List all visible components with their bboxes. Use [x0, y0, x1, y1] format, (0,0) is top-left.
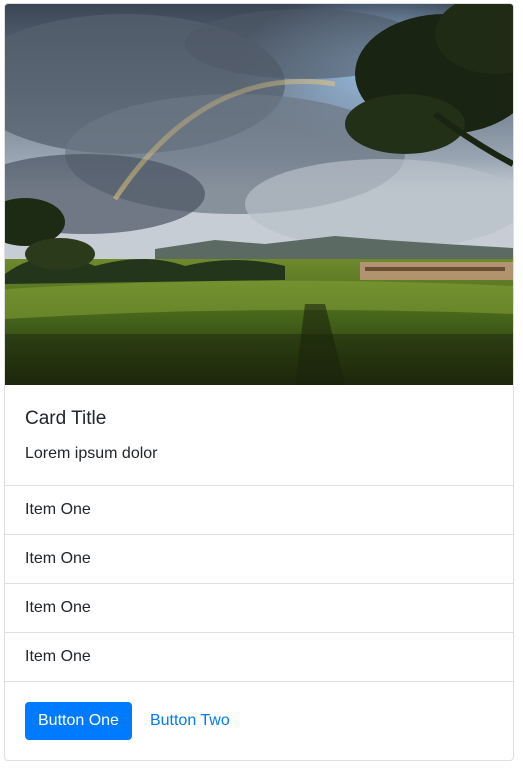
card: Card Title Lorem ipsum dolor Item One It… — [4, 3, 514, 761]
list-item: Item One — [5, 535, 513, 584]
card-body: Card Title Lorem ipsum dolor — [5, 385, 513, 486]
card-title: Card Title — [25, 408, 107, 429]
card-image — [5, 4, 513, 385]
list-group: Item One Item One Item One Item One — [5, 486, 513, 682]
button-one[interactable]: Button One — [25, 702, 132, 740]
card-actions: Button One Button Two — [5, 682, 513, 760]
card-text: Lorem ipsum dolor — [25, 445, 158, 462]
list-item: Item One — [5, 486, 513, 535]
list-item: Item One — [5, 584, 513, 633]
list-item: Item One — [5, 633, 513, 682]
button-two-link[interactable]: Button Two — [132, 702, 248, 740]
